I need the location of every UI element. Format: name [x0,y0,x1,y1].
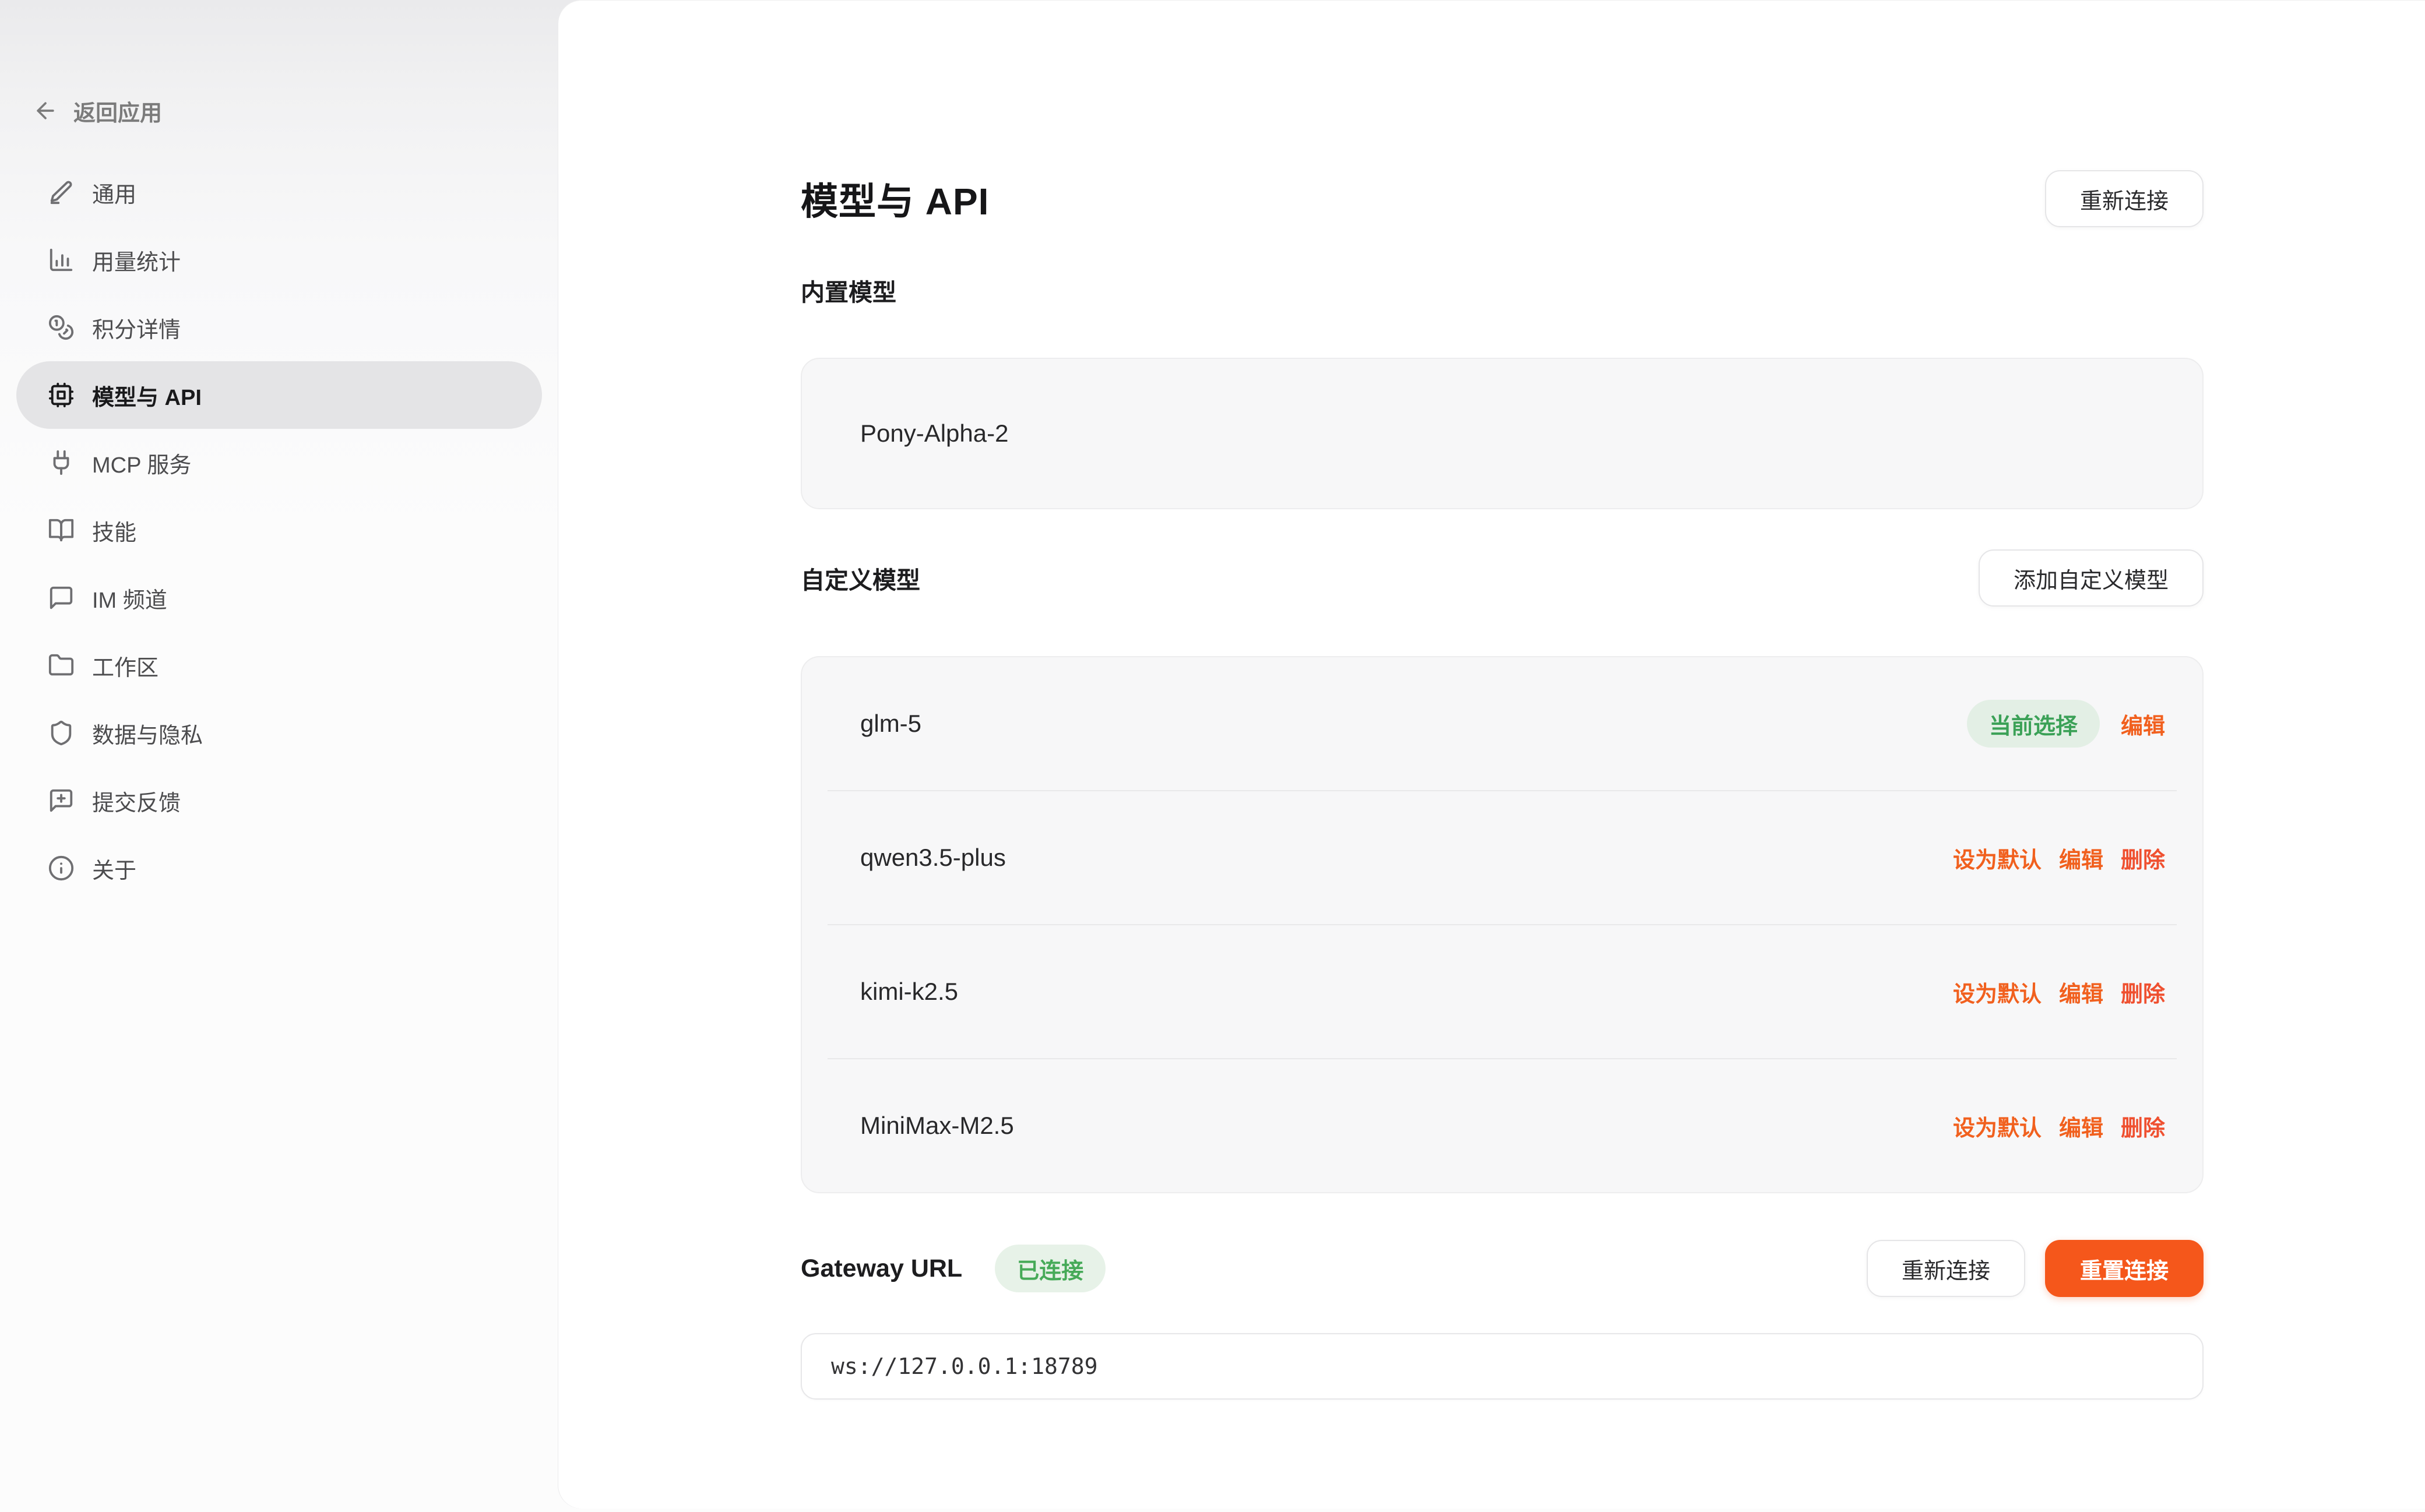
arrow-left-icon [33,98,58,124]
custom-models-card: glm-5 当前选择 编辑 qwen3.5-plus 设为默认 编辑 删除 [801,656,2204,1193]
sidebar-item-credits[interactable]: 积分详情 [16,294,542,361]
sidebar-item-skills[interactable]: 技能 [16,496,542,564]
sidebar-item-general[interactable]: 通用 [16,158,542,226]
builtin-models-heading: 内置模型 [801,273,2204,308]
custom-model-row: glm-5 当前选择 编辑 [802,657,2202,790]
page-title: 模型与 API [801,172,989,225]
set-default-link[interactable]: 设为默认 [1953,976,2042,1008]
sidebar-item-workspace[interactable]: 工作区 [16,632,542,699]
back-to-app-button[interactable]: 返回应用 [33,92,162,129]
sidebar-item-label: 用量统计 [92,244,181,276]
add-custom-model-button[interactable]: 添加自定义模型 [1979,549,2204,607]
sidebar-item-label: MCP 服务 [92,447,191,479]
folder-icon [48,652,75,679]
sidebar-item-label: 数据与隐私 [92,717,203,749]
coins-icon [48,314,75,341]
sidebar-item-label: 模型与 API [92,379,202,411]
sidebar-item-label: 提交反馈 [92,785,181,817]
info-icon [48,855,75,882]
builtin-model-row[interactable]: Pony-Alpha-2 [802,359,2202,508]
back-label: 返回应用 [73,95,162,127]
custom-model-name: MiniMax-M2.5 [860,1112,1014,1140]
settings-window: 返回应用 通用 用量统计 积分详情 模型与 API MCP 服务 [0,0,2425,1512]
set-default-link[interactable]: 设为默认 [1953,842,2042,874]
custom-models-heading: 自定义模型 [801,561,920,595]
builtin-model-name: Pony-Alpha-2 [860,420,1008,447]
sidebar-item-label: 积分详情 [92,312,181,344]
sidebar-nav: 通用 用量统计 积分详情 模型与 API MCP 服务 技能 [16,158,542,902]
sidebar-item-models-api[interactable]: 模型与 API [16,361,542,429]
plug-icon [48,449,75,476]
sidebar-item-label: 工作区 [92,650,159,682]
gateway-url-input[interactable] [801,1333,2204,1400]
reconnect-button-top[interactable]: 重新连接 [2045,170,2204,227]
delete-link[interactable]: 删除 [2121,842,2165,874]
set-default-link[interactable]: 设为默认 [1953,1110,2042,1142]
custom-model-name: glm-5 [860,710,921,738]
sidebar: 返回应用 通用 用量统计 积分详情 模型与 API MCP 服务 [0,0,558,1512]
edit-link[interactable]: 编辑 [2059,1110,2103,1142]
sidebar-item-label: 技能 [92,514,136,547]
sidebar-item-usage-stats[interactable]: 用量统计 [16,226,542,294]
message-square-plus-icon [48,787,75,814]
gateway-url-heading: Gateway URL [801,1254,962,1283]
custom-model-row: MiniMax-M2.5 设为默认 编辑 删除 [802,1059,2202,1192]
main-panel: 模型与 API 重新连接 内置模型 Pony-Alpha-2 自定义模型 添加自… [558,0,2425,1509]
custom-model-name: qwen3.5-plus [860,844,1006,872]
sidebar-item-data-privacy[interactable]: 数据与隐私 [16,699,542,767]
sidebar-item-im-channels[interactable]: IM 频道 [16,564,542,632]
current-selection-badge: 当前选择 [1967,700,2100,748]
sidebar-item-label: 关于 [92,852,136,884]
message-square-icon [48,584,75,611]
sidebar-item-label: IM 频道 [92,582,167,614]
builtin-models-card: Pony-Alpha-2 [801,358,2204,509]
edit-link[interactable]: 编辑 [2121,708,2165,740]
delete-link[interactable]: 删除 [2121,976,2165,1008]
sidebar-item-label: 通用 [92,177,136,209]
gateway-reconnect-button[interactable]: 重新连接 [1867,1240,2025,1297]
edit-link[interactable]: 编辑 [2059,842,2103,874]
shield-icon [48,720,75,746]
settings-content: 模型与 API 重新连接 内置模型 Pony-Alpha-2 自定义模型 添加自… [558,0,2425,1400]
sidebar-item-feedback[interactable]: 提交反馈 [16,767,542,834]
custom-model-row: kimi-k2.5 设为默认 编辑 删除 [802,925,2202,1058]
gateway-reset-button[interactable]: 重置连接 [2045,1240,2204,1297]
cpu-icon [48,382,75,408]
sidebar-item-about[interactable]: 关于 [16,834,542,902]
bar-chart-icon [48,246,75,273]
delete-link[interactable]: 删除 [2121,1110,2165,1142]
connected-status-badge: 已连接 [995,1245,1106,1292]
custom-model-name: kimi-k2.5 [860,978,958,1006]
sidebar-item-mcp-services[interactable]: MCP 服务 [16,429,542,496]
pencil-icon [48,179,75,206]
book-open-icon [48,517,75,544]
edit-link[interactable]: 编辑 [2059,976,2103,1008]
custom-model-row: qwen3.5-plus 设为默认 编辑 删除 [802,791,2202,924]
